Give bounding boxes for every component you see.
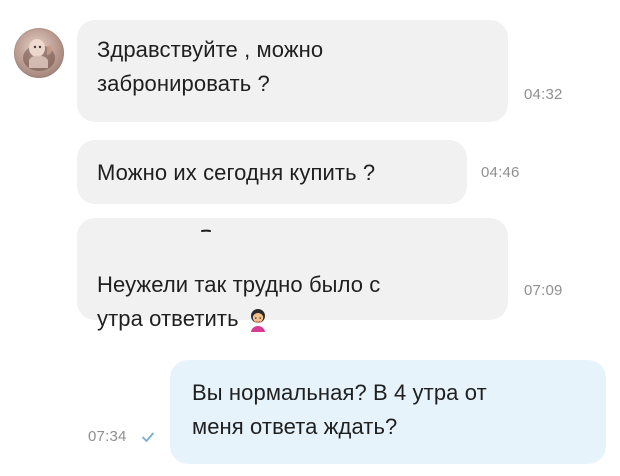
stray-mark — [201, 229, 211, 232]
message-text: Вы нормальная? В 4 утра от меня ответа ж… — [192, 380, 487, 439]
message-text-content: Неужели так трудно было с утра ответить — [97, 272, 381, 331]
message-time: 07:09 — [524, 282, 563, 299]
message-text: Неужели так трудно было с утра ответить — [97, 234, 477, 336]
check-icon — [142, 432, 154, 442]
message-text: Здравствуйте , можно забронировать ? — [97, 37, 324, 96]
avatar[interactable] — [14, 28, 64, 78]
woman-emoji-icon — [250, 309, 265, 332]
message-text: Можно их сегодня купить ? — [97, 160, 376, 185]
message-time: 04:46 — [481, 164, 520, 181]
message-time: 07:34 — [88, 428, 127, 445]
message-time: 04:32 — [524, 86, 563, 103]
avatar-image — [23, 39, 55, 71]
